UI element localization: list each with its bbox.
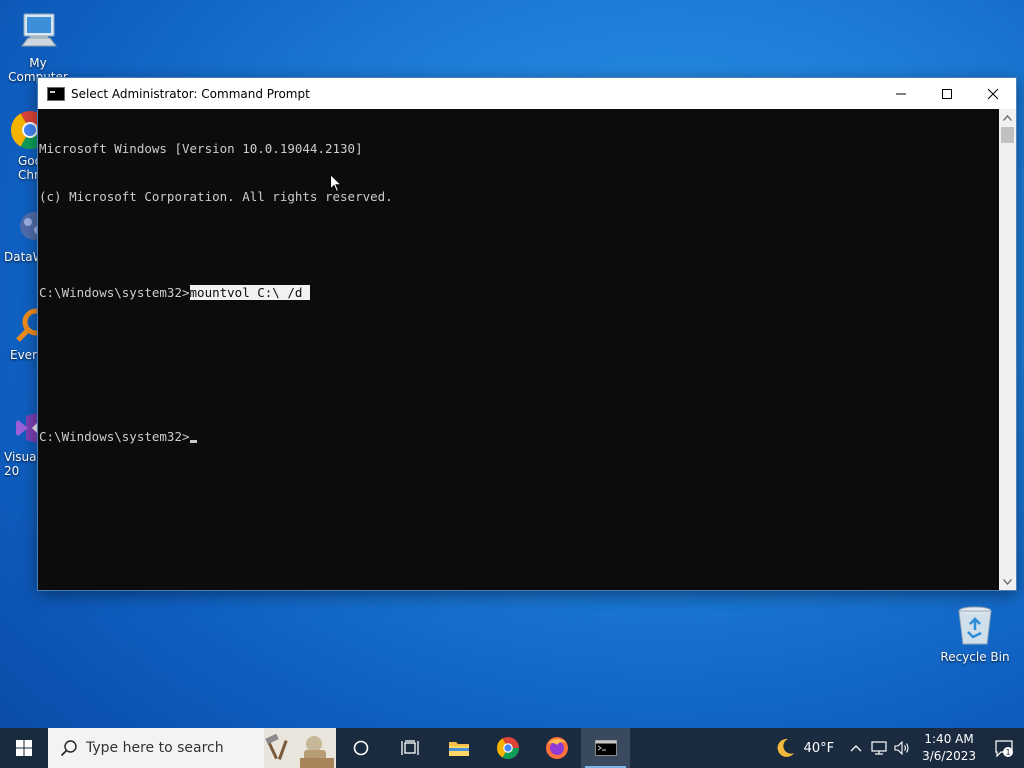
maximize-icon [942, 88, 952, 99]
console-caret [189, 440, 197, 443]
taskbar-file-explorer[interactable] [434, 728, 483, 768]
notification-center-button[interactable]: 1 [984, 728, 1024, 768]
clock-time: 1:40 AM [924, 732, 974, 746]
desktop-icon-recycle-bin[interactable]: Recycle Bin [937, 604, 1013, 664]
search-icon [60, 740, 77, 757]
console-output[interactable]: Microsoft Windows [Version 10.0.19044.21… [38, 109, 999, 590]
console-line: (c) Microsoft Corporation. All rights re… [39, 189, 393, 204]
taskbar-firefox[interactable] [532, 728, 581, 768]
clock-date: 3/6/2023 [922, 749, 976, 763]
window-titlebar[interactable]: Select Administrator: Command Prompt [38, 78, 1016, 109]
chevron-up-icon [1003, 114, 1012, 121]
console-selection[interactable]: mountvol C:\ /d [189, 285, 310, 300]
console-prompt: C:\Windows\system32> [39, 429, 190, 444]
taskbar-search-box[interactable]: Type here to search [48, 728, 336, 768]
taskbar-task-view[interactable] [385, 728, 434, 768]
chrome-icon [496, 737, 519, 759]
scrollbar-thumb[interactable] [1001, 127, 1014, 143]
folder-icon [448, 742, 469, 756]
command-prompt-window[interactable]: Select Administrator: Command Prompt Mic… [38, 78, 1016, 590]
taskbar-chrome[interactable] [483, 728, 532, 768]
console-prompt: C:\Windows\system32> [39, 285, 190, 300]
taskbar-command-prompt[interactable] [581, 728, 630, 768]
desktop: { "desktop": { "icons": [ {"label": "My … [0, 0, 1024, 768]
search-placeholder: Type here to search [86, 740, 224, 756]
maximize-button[interactable] [924, 78, 970, 109]
system-tray: 40°F 1:40 AM 3/6/2023 1 [770, 728, 1024, 768]
chevron-up-icon [850, 745, 862, 752]
speaker-icon [894, 741, 909, 755]
cmd-icon [47, 86, 65, 101]
notification-icon: 1 [995, 740, 1013, 758]
recycle-bin-icon [958, 606, 992, 645]
minimize-button[interactable] [878, 78, 924, 109]
show-hidden-icons-button[interactable] [844, 728, 868, 768]
console-line: C:\Windows\system32>mountvol C:\ /d [39, 285, 999, 301]
command-prompt-icon [594, 740, 617, 756]
minimize-icon [896, 93, 906, 94]
firefox-icon [545, 737, 568, 759]
desktop-icon-my-computer[interactable]: My Computer [0, 10, 76, 84]
network-button[interactable] [868, 728, 890, 768]
notification-badge: 1 [1005, 748, 1010, 757]
taskbar-clock[interactable]: 1:40 AM 3/6/2023 [914, 728, 984, 768]
console-line: C:\Windows\system32> [39, 429, 999, 445]
task-view-icon [400, 740, 419, 755]
console-line: Microsoft Windows [Version 10.0.19044.21… [39, 141, 363, 156]
search-highlight-icon [264, 728, 336, 768]
mouse-pointer-icon [330, 174, 342, 193]
scroll-down-button[interactable] [999, 573, 1016, 590]
close-button[interactable] [970, 78, 1016, 109]
chevron-down-icon [1003, 578, 1012, 585]
vertical-scrollbar[interactable] [999, 109, 1016, 590]
volume-button[interactable] [890, 728, 914, 768]
computer-icon [21, 13, 57, 47]
desktop-icon-label: Recycle Bin [940, 650, 1010, 664]
start-button[interactable] [0, 728, 48, 768]
network-icon [871, 741, 887, 755]
taskbar-cortana[interactable] [336, 728, 385, 768]
cortana-icon [353, 740, 368, 756]
windows-logo-icon [16, 740, 32, 756]
close-icon [987, 88, 999, 99]
window-title: Select Administrator: Command Prompt [71, 86, 310, 101]
weather-temperature[interactable]: 40°F [800, 728, 845, 768]
moon-icon [777, 738, 794, 757]
scroll-up-button[interactable] [999, 109, 1016, 126]
taskbar: Type here to search 40°F 1:40 AM 3/6/202… [0, 728, 1024, 768]
weather-widget[interactable] [770, 728, 800, 768]
